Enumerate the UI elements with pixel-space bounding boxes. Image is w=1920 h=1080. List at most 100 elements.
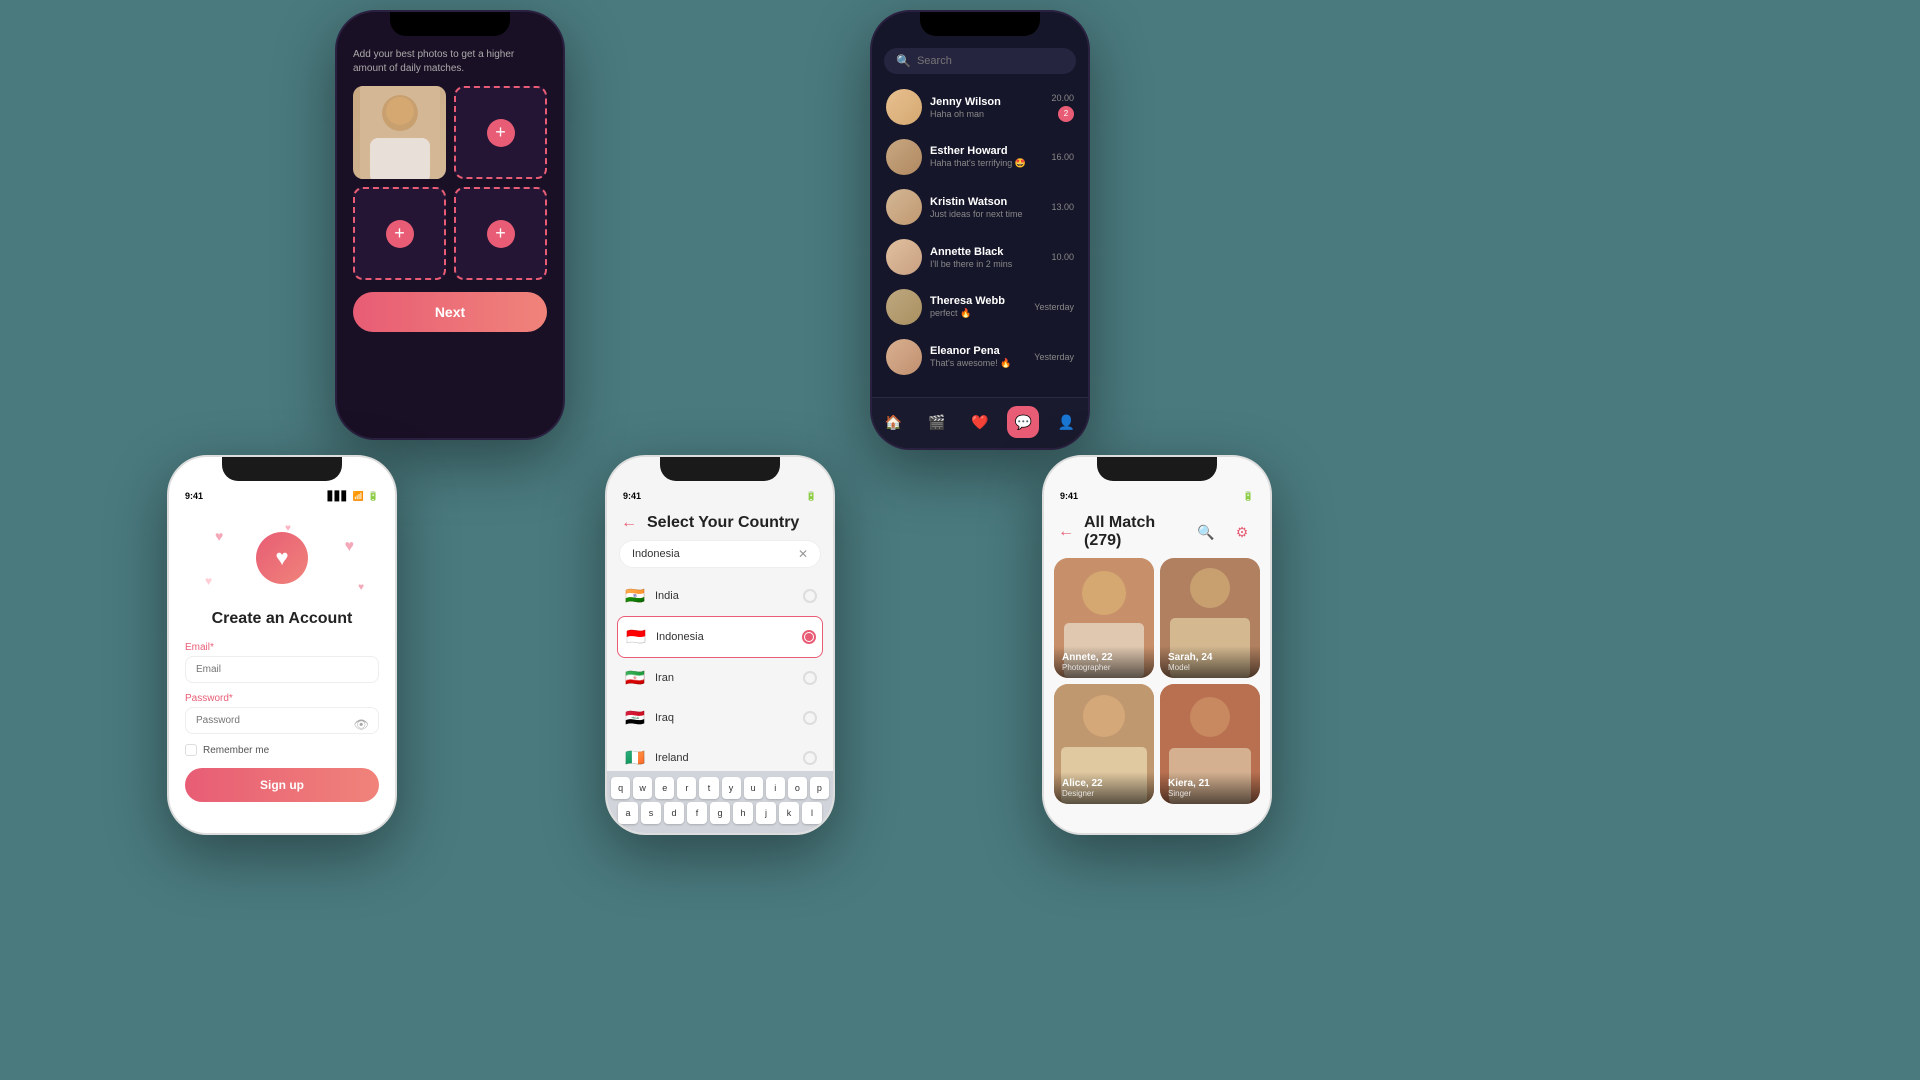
key-a[interactable]: a — [618, 802, 638, 824]
phone-create-account: 9:41 ▋▋▋ 📶 🔋 ♥ ♥ ♥ ♥ ♥ ♥ Create an — [167, 455, 397, 835]
match-card-kiera[interactable]: Kiera, 21 Singer — [1160, 684, 1260, 804]
radio-ireland[interactable] — [803, 751, 817, 765]
remember-checkbox[interactable] — [185, 744, 197, 756]
filter-matches-icon[interactable]: ⚙ — [1228, 518, 1256, 546]
message-info: Kristin Watson Just ideas for next time — [930, 196, 1043, 219]
back-button[interactable]: ← — [1058, 523, 1074, 541]
contact-name: Jenny Wilson — [930, 96, 1043, 108]
avatar — [886, 89, 922, 125]
key-p[interactable]: p — [810, 777, 829, 799]
key-i[interactable]: i — [766, 777, 785, 799]
time-display: 9:41 — [185, 491, 203, 502]
battery-icon: 🔋 — [368, 491, 379, 502]
home-nav-icon[interactable]: 🏠 — [878, 406, 910, 438]
country-item-indonesia[interactable]: 🇮🇩 Indonesia — [617, 616, 823, 658]
key-f[interactable]: f — [687, 802, 707, 824]
key-y[interactable]: y — [722, 777, 741, 799]
country-search-input[interactable] — [632, 548, 792, 560]
country-name: Ireland — [655, 752, 795, 764]
radio-india[interactable] — [803, 589, 817, 603]
battery-icon: 🔋 — [806, 491, 817, 502]
key-s[interactable]: s — [641, 802, 661, 824]
key-h[interactable]: h — [733, 802, 753, 824]
avatar — [886, 239, 922, 275]
wifi-icon: 📶 — [353, 491, 364, 502]
flag-india: 🇮🇳 — [623, 584, 647, 608]
message-time: Yesterday — [1034, 302, 1074, 312]
photo-slot-filled[interactable] — [353, 86, 446, 179]
country-item-iraq[interactable]: 🇮🇶 Iraq — [617, 698, 823, 738]
add-photo-icon-3[interactable]: + — [487, 220, 515, 248]
status-icons: 🔋 — [1243, 491, 1254, 502]
status-bar: 9:41 ▋▋▋ 📶 🔋 — [169, 485, 395, 502]
key-w[interactable]: w — [633, 777, 652, 799]
message-item[interactable]: Theresa Webb perfect 🔥 Yesterday — [880, 282, 1080, 332]
key-d[interactable]: d — [664, 802, 684, 824]
key-k[interactable]: k — [779, 802, 799, 824]
match-card-alice[interactable]: Alice, 22 Designer — [1054, 684, 1154, 804]
radio-indonesia[interactable] — [802, 630, 816, 644]
key-o[interactable]: o — [788, 777, 807, 799]
match-card-annete[interactable]: Annete, 22 Photographer — [1054, 558, 1154, 678]
messages-nav-icon[interactable]: 💬 — [1007, 406, 1039, 438]
country-name: India — [655, 590, 795, 602]
avatar — [886, 139, 922, 175]
notch — [390, 12, 510, 36]
message-item[interactable]: Eleanor Pena That's awesome! 🔥 Yesterday — [880, 332, 1080, 382]
notch — [660, 457, 780, 481]
message-time: 20.00 — [1051, 93, 1074, 103]
key-u[interactable]: u — [744, 777, 763, 799]
search-input[interactable] — [917, 55, 1064, 67]
key-q[interactable]: q — [611, 777, 630, 799]
logo-area: ♥ ♥ ♥ ♥ ♥ ♥ — [185, 518, 379, 598]
next-button[interactable]: Next — [353, 292, 547, 332]
password-field[interactable] — [185, 707, 379, 734]
message-meta: 10.00 — [1051, 252, 1074, 262]
message-preview: Haha oh man — [930, 109, 1043, 119]
match-name: Alice, 22 — [1062, 778, 1146, 789]
signup-button[interactable]: Sign up — [185, 768, 379, 802]
photo-slot-add-3[interactable]: + — [454, 187, 547, 280]
country-item-iran[interactable]: 🇮🇷 Iran — [617, 658, 823, 698]
toggle-password-icon[interactable]: 👁 — [354, 717, 369, 731]
match-card-info: Annete, 22 Photographer — [1054, 646, 1154, 678]
message-item[interactable]: Esther Howard Haha that's terrifying 🤩 1… — [880, 132, 1080, 182]
back-button[interactable]: ← — [621, 514, 637, 532]
search-matches-icon[interactable]: 🔍 — [1192, 518, 1220, 546]
message-meta: Yesterday — [1034, 302, 1074, 312]
contact-name: Kristin Watson — [930, 196, 1043, 208]
key-l[interactable]: l — [802, 802, 822, 824]
message-item[interactable]: Annette Black I'll be there in 2 mins 10… — [880, 232, 1080, 282]
avatar — [886, 289, 922, 325]
key-g[interactable]: g — [710, 802, 730, 824]
unread-badge: 2 — [1058, 106, 1074, 122]
search-bar[interactable]: 🔍 — [884, 48, 1076, 74]
message-item[interactable]: Jenny Wilson Haha oh man 20.00 2 — [880, 82, 1080, 132]
add-photo-icon[interactable]: + — [487, 119, 515, 147]
country-search-bar[interactable]: ✕ — [619, 540, 821, 568]
message-item[interactable]: Kristin Watson Just ideas for next time … — [880, 182, 1080, 232]
profile-nav-icon[interactable]: 👤 — [1050, 406, 1082, 438]
message-preview: Haha that's terrifying 🤩 — [930, 158, 1043, 169]
key-t[interactable]: t — [699, 777, 718, 799]
photo-slot-add-2[interactable]: + — [353, 187, 446, 280]
radio-iran[interactable] — [803, 671, 817, 685]
country-item-india[interactable]: 🇮🇳 India — [617, 576, 823, 616]
photo-slot-add-1[interactable]: + — [454, 86, 547, 179]
likes-nav-icon[interactable]: ❤️ — [964, 406, 996, 438]
notch — [222, 457, 342, 481]
country-header: ← Select Your Country — [607, 502, 833, 540]
key-j[interactable]: j — [756, 802, 776, 824]
add-photo-icon-2[interactable]: + — [386, 220, 414, 248]
clear-search-icon[interactable]: ✕ — [798, 547, 808, 561]
key-e[interactable]: e — [655, 777, 674, 799]
key-r[interactable]: r — [677, 777, 696, 799]
radio-iraq[interactable] — [803, 711, 817, 725]
explore-nav-icon[interactable]: 🎬 — [921, 406, 953, 438]
country-list: 🇮🇳 India 🇮🇩 Indonesia 🇮🇷 Iran 🇮🇶 — [607, 576, 833, 778]
email-field[interactable] — [185, 656, 379, 683]
contact-name: Esther Howard — [930, 145, 1043, 157]
match-card-sarah[interactable]: Sarah, 24 Model — [1160, 558, 1260, 678]
message-info: Annette Black I'll be there in 2 mins — [930, 246, 1043, 269]
keyboard-row-1: q w e r t y u i o p — [611, 777, 829, 799]
